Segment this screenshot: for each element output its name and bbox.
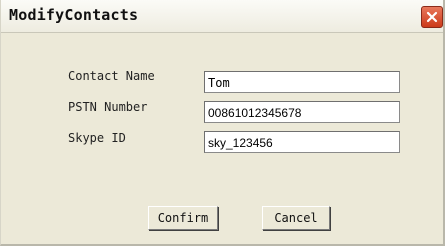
skype-id-field[interactable]: sky_123456 (204, 131, 400, 153)
close-button[interactable] (421, 6, 443, 28)
window-title: ModifyContacts (9, 6, 139, 24)
skype-id-label: Skype ID (68, 131, 126, 145)
confirm-button[interactable]: Confirm (148, 206, 218, 230)
cancel-button[interactable]: Cancel (262, 206, 330, 230)
pstn-number-field[interactable]: 00861012345678 (204, 101, 400, 123)
modify-contacts-dialog: ModifyContacts Contact Name Tom PSTN Num… (0, 0, 445, 246)
title-bar[interactable]: ModifyContacts (1, 0, 443, 33)
close-icon (426, 11, 438, 23)
pstn-number-label: PSTN Number (68, 100, 148, 114)
contact-name-label: Contact Name (68, 69, 155, 83)
contact-name-field[interactable]: Tom (204, 71, 400, 93)
